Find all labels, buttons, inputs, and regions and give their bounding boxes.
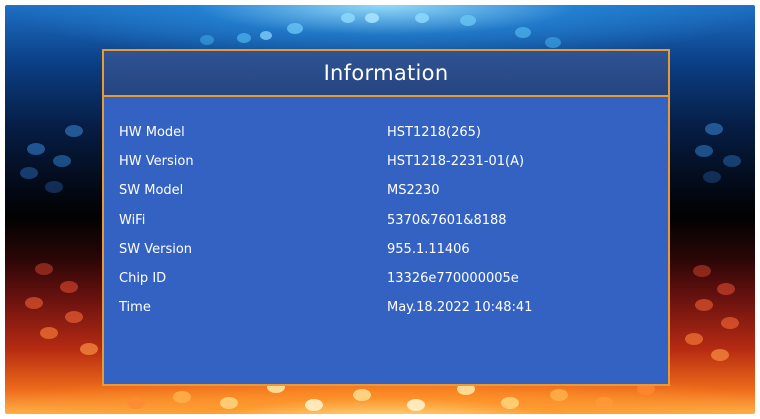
- info-value: 5370&7601&8188: [387, 212, 507, 228]
- info-label: Time: [119, 300, 151, 316]
- info-row-sw-version: SW Version 955.1.11406: [104, 242, 668, 271]
- info-row-chip-id: Chip ID 13326e770000005e: [104, 271, 668, 300]
- info-row-hw-version: HW Version HST1218-2231-01(A): [104, 154, 668, 183]
- info-label: Chip ID: [119, 270, 167, 286]
- info-value: 13326e770000005e: [387, 270, 519, 286]
- info-label: HW Model: [119, 125, 185, 140]
- info-value: May.18.2022 10:48:41: [387, 300, 533, 316]
- information-dialog: Information HW Model HST1218(265) HW Ver…: [102, 49, 670, 386]
- info-label: SW Version: [119, 241, 193, 257]
- info-value: 955.1.11406: [387, 241, 470, 257]
- info-value: MS2230: [387, 183, 440, 199]
- info-label: SW Model: [119, 183, 184, 199]
- info-label: HW Version: [119, 154, 194, 170]
- info-row-hw-model: HW Model HST1218(265): [104, 125, 668, 154]
- info-row-time: Time May.18.2022 10:48:41: [104, 300, 668, 329]
- dialog-header: Information: [104, 51, 668, 97]
- info-value: HST1218(265): [387, 125, 482, 140]
- info-row-wifi: WiFi 5370&7601&8188: [104, 213, 668, 242]
- tv-screen-background: Information HW Model HST1218(265) HW Ver…: [5, 5, 755, 414]
- info-value: HST1218-2231-01(A): [387, 154, 525, 170]
- info-list: HW Model HST1218(265) HW Version HST1218…: [104, 97, 668, 329]
- info-row-sw-model: SW Model MS2230: [104, 183, 668, 212]
- info-label: WiFi: [119, 212, 146, 228]
- dialog-title: Information: [323, 61, 449, 85]
